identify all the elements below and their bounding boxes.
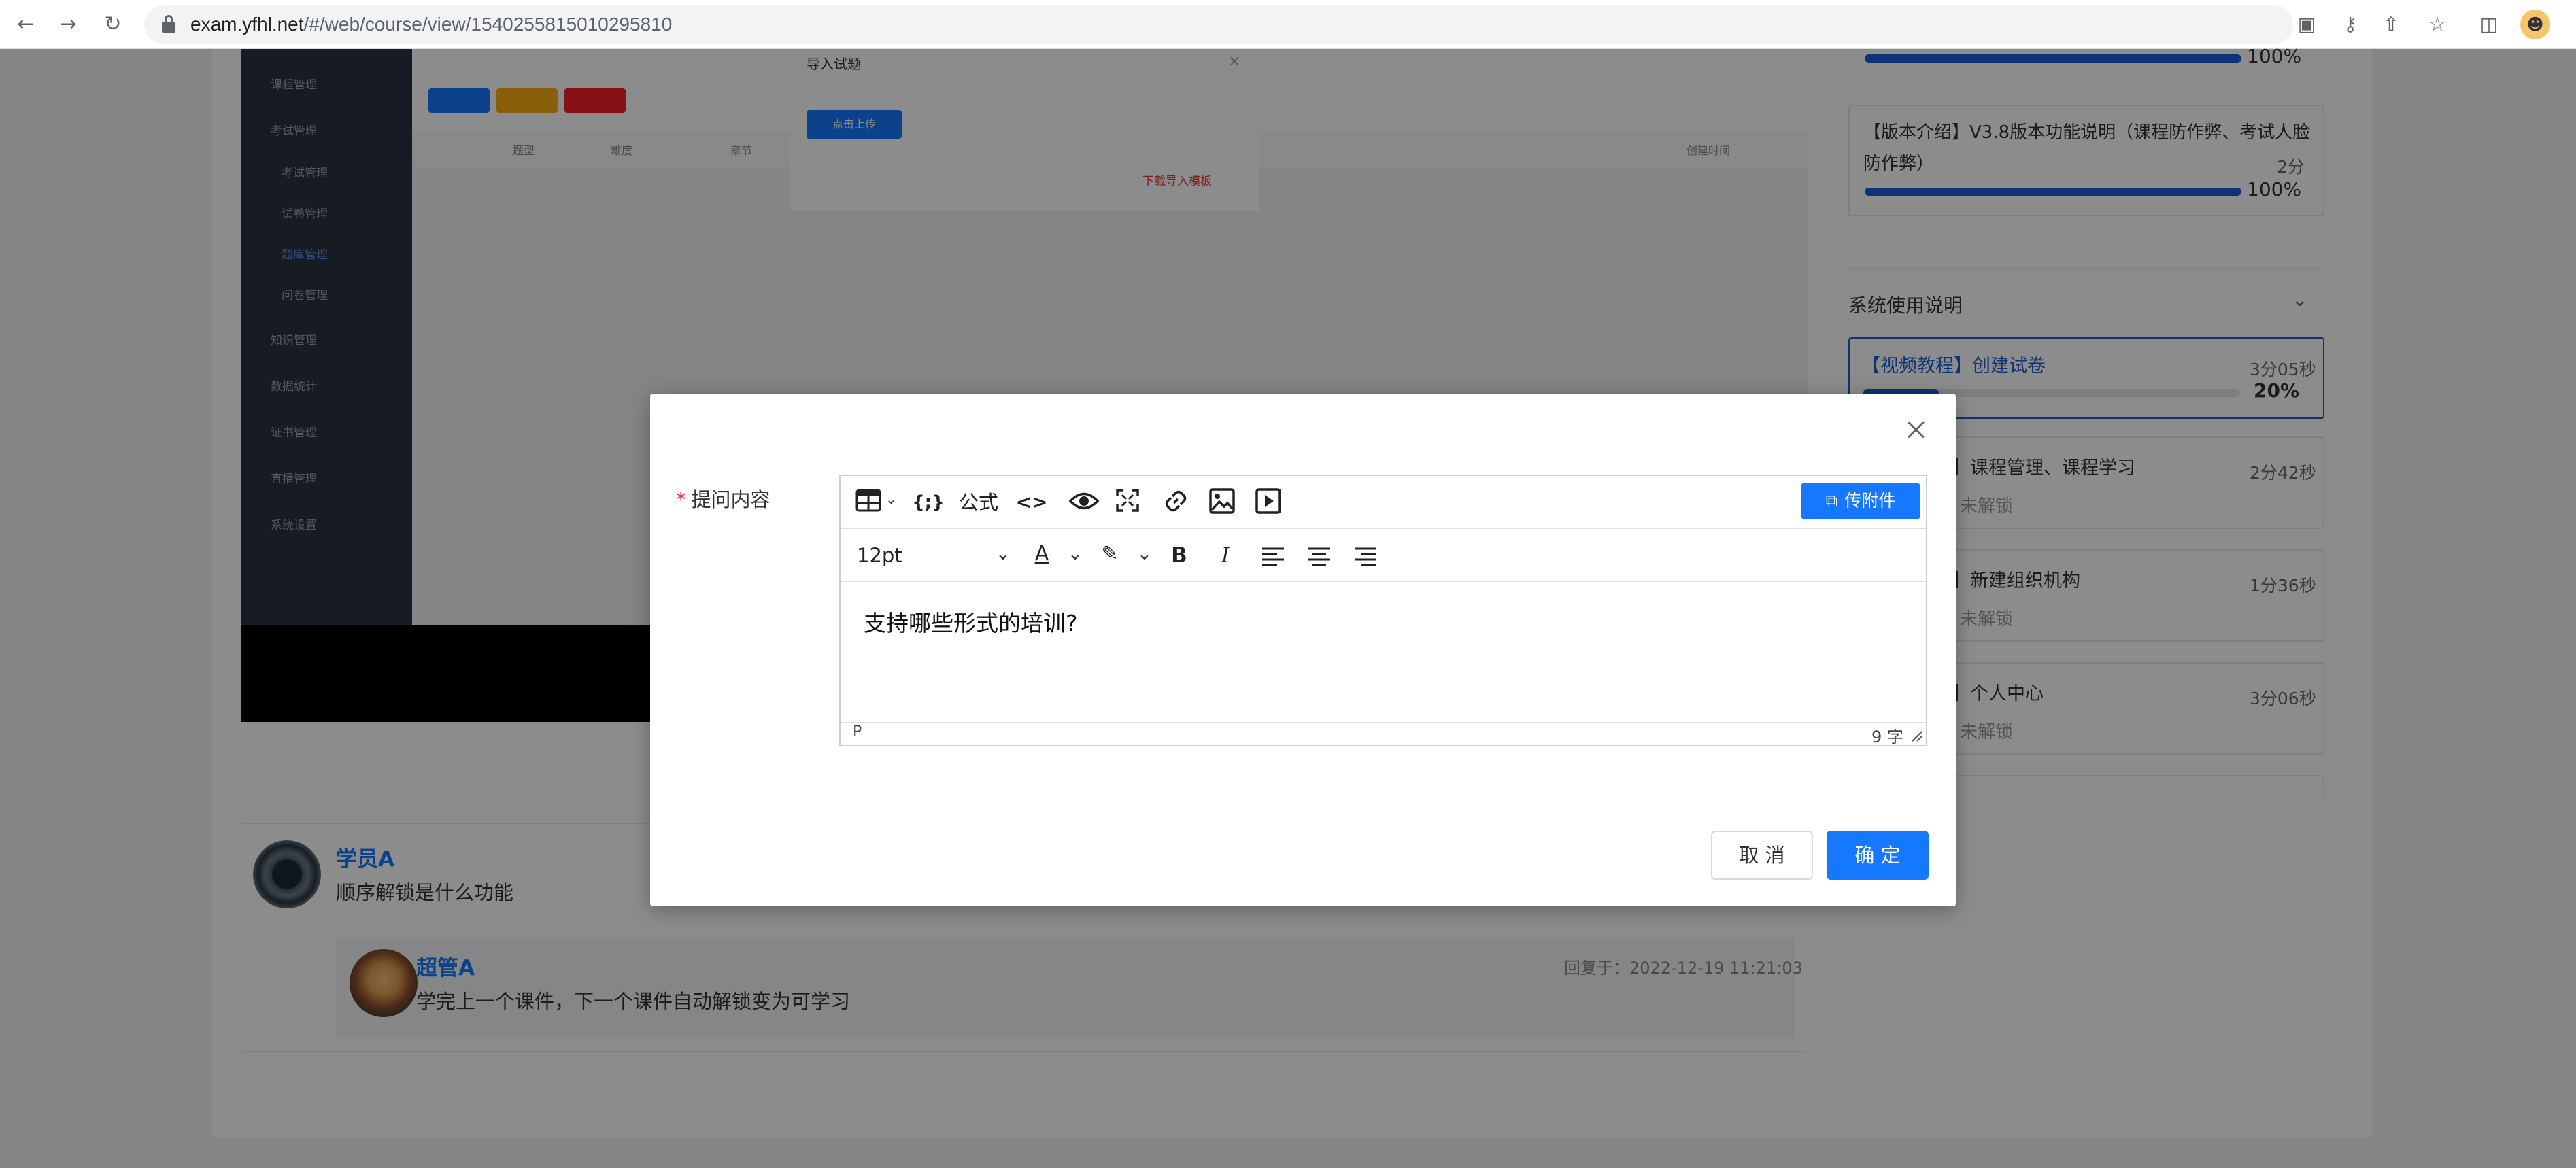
upload-attachment-button[interactable]: ⧉ 传附件: [1801, 483, 1920, 519]
attachment-icon: ⧉: [1825, 491, 1838, 511]
element-path[interactable]: P: [853, 723, 862, 740]
field-label-text: 提问内容: [691, 488, 770, 511]
align-center-icon[interactable]: [1307, 547, 1332, 567]
share-icon[interactable]: ⇧: [2377, 11, 2405, 38]
question-text[interactable]: 支持哪些形式的培训?: [864, 605, 1078, 638]
font-size-select[interactable]: 12pt: [857, 538, 911, 572]
chevron-down-icon[interactable]: ⌄: [996, 544, 1011, 564]
cancel-button[interactable]: 取 消: [1711, 831, 1813, 880]
bold-icon[interactable]: B: [1166, 538, 1193, 572]
text-color-icon[interactable]: A: [1028, 537, 1055, 571]
chevron-down-icon[interactable]: ⌄: [1137, 544, 1152, 564]
browser-toolbar: ← → ↻ exam.yfhl.net/#/web/course/view/15…: [0, 0, 2576, 49]
lock-icon: [162, 15, 175, 33]
highlight-color-icon[interactable]: ✎: [1096, 537, 1123, 571]
table-icon[interactable]: [855, 488, 881, 513]
preview-eye-icon[interactable]: [1069, 489, 1099, 513]
camera-icon[interactable]: ▣: [2293, 11, 2320, 38]
editor-toolbar-format: 12pt ⌄ A ⌄ ✎ ⌄ B I: [841, 529, 1926, 582]
chevron-down-icon[interactable]: ⌄: [885, 491, 897, 507]
field-label: * 提问内容: [676, 484, 770, 513]
address-bar[interactable]: exam.yfhl.net/#/web/course/view/15402558…: [144, 5, 2293, 44]
star-icon[interactable]: ☆: [2424, 11, 2451, 38]
source-code-icon[interactable]: <>: [1015, 485, 1049, 519]
editor-toolbar-primary: ⌄ {;} 公式 <>: [841, 476, 1926, 529]
close-icon[interactable]: [1904, 417, 1929, 442]
editor-statusbar: [841, 722, 1926, 745]
profile-avatar[interactable]: ☻: [2520, 10, 2550, 39]
required-mark: *: [676, 488, 686, 511]
video-icon[interactable]: [1255, 488, 1281, 514]
formula-button[interactable]: 公式: [955, 485, 1002, 519]
key-icon[interactable]: ⚷: [2337, 11, 2364, 38]
link-icon[interactable]: [1163, 488, 1189, 514]
editor-content-area[interactable]: [841, 582, 1926, 722]
confirm-button[interactable]: 确 定: [1827, 831, 1929, 880]
resize-handle-icon[interactable]: [1911, 730, 1923, 742]
url-text: exam.yfhl.net/#/web/course/view/15402558…: [190, 14, 673, 35]
chevron-down-icon[interactable]: ⌄: [1068, 544, 1083, 564]
image-icon[interactable]: [1209, 488, 1235, 514]
fullscreen-icon[interactable]: [1115, 488, 1140, 513]
forward-icon[interactable]: →: [53, 10, 83, 39]
reload-icon[interactable]: ↻: [98, 10, 128, 39]
align-right-icon[interactable]: [1353, 547, 1378, 567]
italic-icon[interactable]: I: [1212, 538, 1239, 572]
back-icon[interactable]: ←: [11, 10, 41, 39]
align-left-icon[interactable]: [1261, 547, 1285, 567]
sidebar-toggle-icon[interactable]: ◫: [2475, 11, 2503, 38]
upload-attachment-label: 传附件: [1844, 491, 1896, 511]
code-braces-icon[interactable]: {;}: [911, 485, 945, 519]
word-count: 9 字: [1871, 727, 1903, 746]
